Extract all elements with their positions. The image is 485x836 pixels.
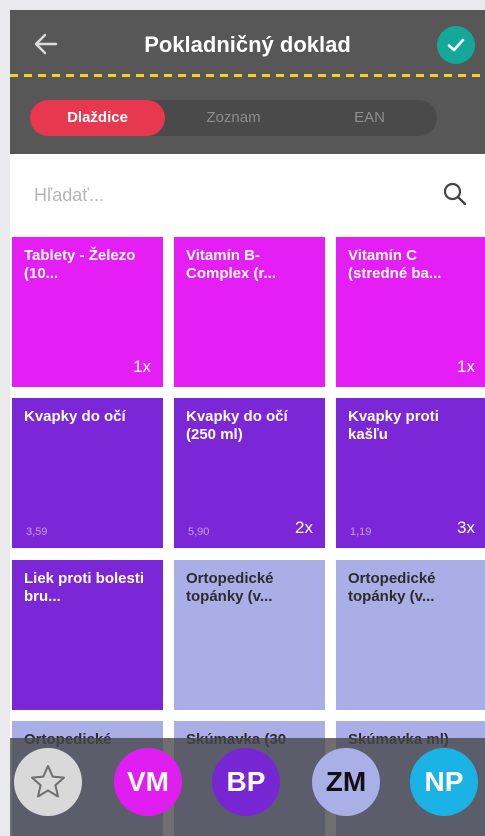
product-tile[interactable]: Tablety - Železo (10... 1x [12, 237, 163, 387]
star-icon [31, 765, 65, 798]
view-mode-area: Dlaždice Zoznam EAN [10, 80, 485, 154]
tile-quantity: 3x [457, 518, 475, 537]
product-tile[interactable]: Vitamín C (stredné ba... 1x [336, 237, 485, 387]
tile-quantity: 2x [295, 518, 313, 537]
tile-quantity: 1x [457, 357, 475, 376]
product-tile[interactable]: Kvapky do očí 3,59 [12, 398, 163, 548]
product-tile[interactable]: Kvapky do očí (250 ml) 5,90 2x [174, 398, 325, 548]
quick-button-zm[interactable]: ZM [312, 748, 380, 816]
quick-button-bp[interactable]: BP [212, 748, 280, 816]
search-input[interactable] [34, 180, 414, 210]
search-bar [10, 154, 485, 234]
view-mode-segmented-control: Dlaždice Zoznam EAN [30, 100, 437, 136]
back-arrow-icon[interactable] [32, 30, 60, 58]
tile-price: 3,59 [26, 526, 48, 538]
confirm-button[interactable] [437, 26, 475, 64]
favorites-button[interactable] [14, 748, 82, 816]
tile-name: Ortopedické topánky (v... [348, 570, 436, 605]
tab-dlazdice[interactable]: Dlaždice [30, 100, 165, 136]
dashed-divider [10, 74, 485, 77]
product-tile[interactable]: Vitamín B-Complex (r... [174, 237, 325, 387]
quick-action-bar: VM BP ZM NP [10, 738, 485, 836]
tab-zoznam[interactable]: Zoznam [166, 100, 301, 136]
tile-name: Kvapky do očí (250 ml) [186, 408, 288, 443]
top-bar: Pokladničný doklad [10, 10, 485, 80]
tile-name: Vitamín C (stredné ba... [348, 247, 442, 282]
tile-price: 5,90 [188, 526, 210, 538]
product-tile[interactable]: Ortopedické topánky (v... [336, 560, 485, 710]
tile-name: Vitamín B-Complex (r... [186, 247, 277, 282]
quick-button-vm[interactable]: VM [114, 748, 182, 816]
product-tile[interactable]: Kvapky proti kašľu 1,19 3x [336, 398, 485, 548]
tile-name: Kvapky do očí [24, 408, 126, 425]
product-tile[interactable]: Liek proti bolesti bru... [12, 560, 163, 710]
checkmark-icon [447, 38, 465, 52]
tile-name: Liek proti bolesti bru... [24, 570, 145, 605]
tile-name: Tablety - Železo (10... [24, 247, 136, 282]
tile-name: Kvapky proti kašľu [348, 408, 439, 443]
tab-ean[interactable]: EAN [302, 100, 437, 136]
page-title: Pokladničný doklad [144, 32, 351, 57]
quick-button-np[interactable]: NP [410, 748, 478, 816]
tile-quantity: 1x [133, 357, 151, 376]
tile-price: 1,19 [350, 526, 372, 538]
search-icon[interactable] [442, 181, 468, 207]
tile-name: Ortopedické topánky (v... [186, 570, 274, 605]
product-tile[interactable]: Ortopedické topánky (v... [174, 560, 325, 710]
